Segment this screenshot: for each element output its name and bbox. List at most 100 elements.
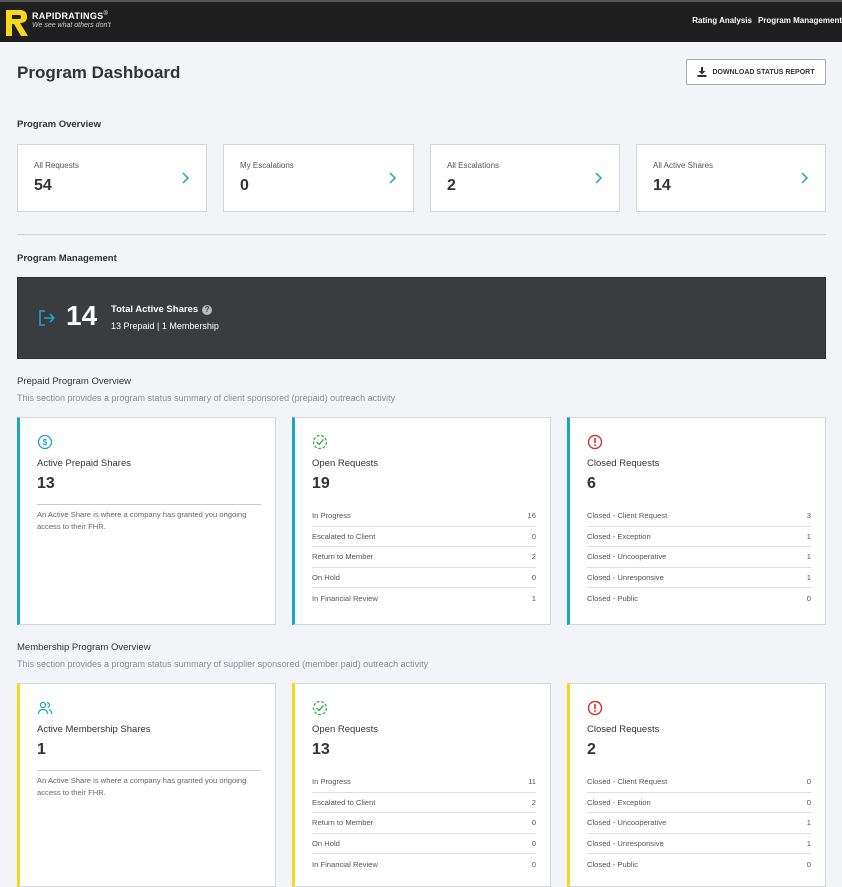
status-row[interactable]: In Financial Review 0: [312, 854, 536, 875]
download-status-report-button[interactable]: DOWNLOAD STATUS REPORT: [686, 59, 826, 85]
nav-rating-analysis[interactable]: Rating Analysis: [692, 16, 752, 25]
status-row[interactable]: In Financial Review 1: [312, 588, 536, 609]
program-overview-heading: Program Overview: [17, 119, 101, 130]
card-value: 13: [312, 741, 330, 758]
status-row[interactable]: Closed - Public 0: [587, 854, 811, 875]
status-label: Closed - Uncooperative: [587, 818, 667, 828]
overview-card-value: 54: [34, 177, 52, 194]
check-circle-icon: [312, 700, 328, 716]
status-label: Return to Member: [312, 818, 374, 828]
overview-card-all-active-shares[interactable]: All Active Shares 14: [636, 144, 826, 212]
card-title: Closed Requests: [587, 458, 660, 469]
alert-circle-icon: [587, 434, 603, 450]
card-value: 6: [587, 475, 596, 492]
total-active-shares-label: Total Active Shares: [111, 304, 199, 315]
chevron-right-icon: [182, 172, 190, 184]
card-value: 13: [37, 475, 55, 492]
status-count: 3: [806, 511, 811, 521]
status-row[interactable]: Closed - Client Request 0: [587, 772, 811, 793]
status-label: In Financial Review: [312, 594, 378, 604]
status-row[interactable]: On Hold 0: [312, 834, 536, 855]
card-value: 1: [37, 741, 46, 758]
prepaid-overview-description: This section provides a program status s…: [17, 393, 396, 403]
card-divider: [37, 770, 261, 771]
status-row[interactable]: Escalated to Client 0: [312, 527, 536, 548]
status-row[interactable]: Closed - Unresponsive 1: [587, 568, 811, 589]
share-exit-icon: [39, 310, 56, 326]
prepaid-closed-requests-card: Closed Requests 6 Closed - Client Reques…: [567, 417, 826, 625]
status-label: In Progress: [312, 511, 351, 521]
program-management-heading: Program Management: [17, 253, 117, 264]
card-title: Active Membership Shares: [37, 724, 151, 735]
status-row[interactable]: Escalated to Client 2: [312, 793, 536, 814]
status-breakdown-list: In Progress 11 Escalated to Client 2 Retur…: [312, 772, 536, 875]
status-label: Return to Member: [312, 552, 374, 562]
card-title: Open Requests: [312, 724, 379, 735]
card-divider: [37, 504, 261, 505]
status-row[interactable]: Closed - Uncooperative 1: [587, 547, 811, 568]
brand-tagline: We see what others don't: [32, 22, 111, 29]
status-count: 0: [806, 594, 811, 604]
card-description: An Active Share is where a company has g…: [37, 510, 247, 531]
overview-card-label: All Active Shares: [653, 161, 714, 170]
status-row[interactable]: Closed - Uncooperative 1: [587, 813, 811, 834]
rapidratings-logo[interactable]: RAPIDRATINGS® We see what others don't: [4, 8, 114, 40]
overview-card-label: My Escalations: [240, 161, 294, 170]
membership-overview-title: Membership Program Overview: [17, 642, 151, 653]
status-count: 16: [527, 511, 536, 521]
overview-card-my-escalations[interactable]: My Escalations 0: [223, 144, 414, 212]
card-title: Closed Requests: [587, 724, 660, 735]
status-label: Closed - Public: [587, 860, 639, 870]
membership-active-shares-card: Active Membership Shares 1 An Active Sha…: [17, 683, 276, 887]
card-value: 2: [587, 741, 596, 758]
card-title: Active Prepaid Shares: [37, 458, 131, 469]
status-count: 0: [531, 839, 536, 849]
section-divider: [17, 234, 826, 235]
prepaid-active-shares-card: $ Active Prepaid Shares 13 An Active Sha…: [17, 417, 276, 625]
status-label: Closed - Public: [587, 594, 639, 604]
status-row[interactable]: In Progress 16: [312, 506, 536, 527]
status-label: In Financial Review: [312, 860, 378, 870]
status-count: 2: [531, 552, 536, 562]
status-row[interactable]: On Hold 0: [312, 568, 536, 589]
status-row[interactable]: Return to Member 0: [312, 813, 536, 834]
overview-card-all-requests[interactable]: All Requests 54: [17, 144, 207, 212]
status-label: On Hold: [312, 839, 340, 849]
chevron-right-icon: [389, 172, 397, 184]
logo-mark-icon: [6, 10, 28, 36]
overview-card-all-escalations[interactable]: All Escalations 2: [430, 144, 620, 212]
main-nav: Rating Analysis Program Management: [692, 16, 842, 25]
status-row[interactable]: Closed - Public 0: [587, 588, 811, 609]
status-label: In Progress: [312, 777, 351, 787]
total-active-shares-banner: 14 Total Active Shares ? 13 Prepaid | 1 …: [17, 277, 826, 359]
help-icon[interactable]: ?: [202, 304, 213, 315]
status-count: 1: [806, 573, 811, 583]
dollar-circle-icon: $: [37, 434, 53, 450]
total-active-shares-value: 14: [66, 300, 98, 331]
status-row[interactable]: In Progress 11: [312, 772, 536, 793]
status-count: 0: [806, 797, 811, 807]
status-row[interactable]: Return to Member 2: [312, 547, 536, 568]
download-status-report-label: DOWNLOAD STATUS REPORT: [712, 68, 815, 76]
status-count: 1: [806, 531, 811, 541]
prepaid-open-requests-card: Open Requests 19 In Progress 16 Escalated…: [292, 417, 551, 625]
status-label: Closed - Unresponsive: [587, 839, 664, 849]
membership-closed-requests-card: Closed Requests 2 Closed - Client Reques…: [567, 683, 826, 887]
status-row[interactable]: Closed - Exception 0: [587, 793, 811, 814]
status-row[interactable]: Closed - Client Request 3: [587, 506, 811, 527]
check-circle-icon: [312, 434, 328, 450]
status-breakdown-list: In Progress 16 Escalated to Client 0 Retur…: [312, 506, 536, 609]
active-shares-breakdown: 13 Prepaid | 1 Membership: [111, 321, 219, 331]
brand-registered: ®: [103, 11, 109, 17]
status-row[interactable]: Closed - Unresponsive 1: [587, 834, 811, 855]
overview-card-label: All Escalations: [447, 161, 500, 170]
status-count: 0: [806, 777, 811, 787]
status-row[interactable]: Closed - Exception 1: [587, 527, 811, 548]
nav-program-management[interactable]: Program Management: [758, 16, 842, 25]
status-count: 2: [531, 797, 536, 807]
status-label: Closed - Uncooperative: [587, 552, 667, 562]
status-count: 1: [806, 818, 811, 828]
svg-text:$: $: [43, 438, 48, 447]
overview-card-value: 2: [447, 177, 456, 194]
overview-card-value: 14: [653, 177, 671, 194]
